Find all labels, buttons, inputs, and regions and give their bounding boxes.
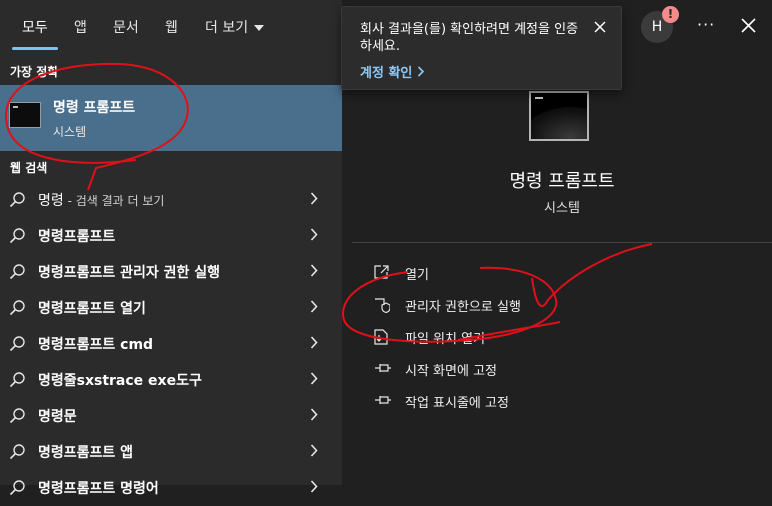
web-result-text: 명령프롬프트 명령어 <box>38 481 159 497</box>
web-result-item[interactable]: 명령 - 검색 결과 더 보기 <box>0 182 342 218</box>
chevron-right-icon[interactable] <box>310 192 318 205</box>
alert-badge-icon: ! <box>662 6 679 23</box>
verify-account-link-label: 계정 확인 <box>360 66 413 81</box>
search-icon <box>9 228 25 244</box>
open-icon <box>374 265 389 279</box>
best-match-item[interactable]: 명령 프롬프트 시스템 <box>0 85 342 151</box>
web-result-text: 명령프롬프트 관리자 권한 실행 <box>38 265 221 281</box>
search-icon <box>9 192 25 208</box>
terminal-preview-icon <box>529 91 589 141</box>
active-tab-indicator <box>12 47 58 50</box>
tab-web[interactable]: 웹 <box>165 17 178 37</box>
web-result-label: 명령프롬프트 <box>38 226 115 246</box>
action-pin-to-taskbar-label: 작업 표시줄에 고정 <box>405 396 509 411</box>
action-open-file-location[interactable]: 파일 위치 열기 <box>374 326 674 350</box>
search-results-panel: 모두 앱 문서 웹 더 보기 가장 정확 명령 프롬프트 시스템 웹 검색 명령… <box>0 0 342 497</box>
web-result-item[interactable]: 명령프롬프트 cmd <box>0 326 342 362</box>
chevron-right-icon[interactable] <box>310 264 318 277</box>
filter-tabs: 모두 앱 문서 웹 더 보기 <box>0 0 342 55</box>
search-icon <box>9 372 25 388</box>
web-result-item[interactable]: 명령줄sxstrace exe도구 <box>0 362 342 398</box>
verify-account-link[interactable]: 계정 확인 <box>360 62 425 81</box>
tab-documents[interactable]: 문서 <box>113 17 139 37</box>
terminal-icon <box>9 102 41 128</box>
web-result-item[interactable]: 명령프롬프트 <box>0 218 342 254</box>
more-options-button[interactable]: ··· <box>697 15 715 34</box>
close-icon[interactable] <box>741 18 756 33</box>
web-result-label: 명령프롬프트 관리자 권한 실행 <box>38 262 220 282</box>
chevron-right-icon[interactable] <box>310 480 318 493</box>
search-icon <box>9 408 25 424</box>
web-result-text: 명령프롬프트 앱 <box>38 445 134 461</box>
chevron-right-icon <box>417 66 425 77</box>
pin-icon <box>375 364 391 372</box>
web-result-item[interactable]: 명령프롬프트 관리자 권한 실행 <box>0 254 342 290</box>
tab-more-label: 더 보기 <box>205 20 249 36</box>
action-pin-to-start[interactable]: 시작 화면에 고정 <box>374 358 674 382</box>
preview-title: 명령 프롬프트 <box>509 171 615 192</box>
web-result-label: 명령줄sxstrace exe도구 <box>38 370 202 390</box>
search-icon <box>9 336 25 352</box>
tab-all[interactable]: 모두 <box>22 17 48 37</box>
search-icon <box>9 264 25 280</box>
web-result-label: 명령프롬프트 열기 <box>38 298 146 318</box>
preview-divider <box>352 242 772 243</box>
tab-apps[interactable]: 앱 <box>74 17 87 37</box>
preview-subtitle: 시스템 <box>544 201 580 216</box>
chevron-right-icon[interactable] <box>310 228 318 241</box>
tab-more[interactable]: 더 보기 <box>205 17 265 37</box>
web-result-text: 명령프롬프트 열기 <box>38 301 146 317</box>
web-result-text: 명령줄sxstrace exe도구 <box>38 373 202 389</box>
chevron-right-icon[interactable] <box>310 300 318 313</box>
chevron-right-icon[interactable] <box>310 336 318 349</box>
web-result-label: 명령프롬프트 명령어 <box>38 478 159 498</box>
search-icon <box>9 444 25 460</box>
web-result-item[interactable]: 명령프롬프트 열기 <box>0 290 342 326</box>
web-result-label: 명령프롬프트 앱 <box>38 442 133 462</box>
web-result-item[interactable]: 명령문 <box>0 398 342 434</box>
action-open-file-location-label: 파일 위치 열기 <box>405 332 486 347</box>
file-location-icon <box>374 329 388 345</box>
action-open-label: 열기 <box>405 268 429 283</box>
action-pin-to-taskbar[interactable]: 작업 표시줄에 고정 <box>374 390 674 414</box>
web-result-label: 명령프롬프트 cmd <box>38 334 153 354</box>
best-match-title: 명령 프롬프트 <box>53 100 136 116</box>
action-run-as-admin[interactable]: 관리자 권한으로 실행 <box>374 294 674 318</box>
web-result-label: 명령문 <box>38 406 77 426</box>
search-icon <box>9 300 25 316</box>
web-result-label: 명령 - 검색 결과 더 보기 <box>38 190 164 210</box>
action-pin-to-start-label: 시작 화면에 고정 <box>405 364 497 379</box>
web-result-suffix: - 검색 결과 더 보기 <box>63 194 165 208</box>
action-open[interactable]: 열기 <box>374 262 674 286</box>
web-result-text: 명령 <box>38 193 64 209</box>
pin-icon <box>375 396 391 404</box>
web-result-text: 명령프롬프트 cmd <box>38 337 154 353</box>
chevron-right-icon[interactable] <box>310 408 318 421</box>
shield-icon <box>375 298 390 313</box>
toast-close-icon[interactable] <box>594 21 606 33</box>
verify-account-toast: 회사 결과을(를) 확인하려면 계정을 인증하세요. 계정 확인 <box>341 6 622 90</box>
chevron-right-icon[interactable] <box>310 372 318 385</box>
web-result-text: 명령문 <box>38 409 77 425</box>
search-icon <box>9 480 25 496</box>
action-run-as-admin-label: 관리자 권한으로 실행 <box>405 300 521 315</box>
chevron-down-icon <box>254 25 265 31</box>
web-result-item[interactable]: 명령프롬프트 앱 <box>0 434 342 470</box>
web-result-text: 명령프롬프트 <box>38 229 116 245</box>
toast-message: 회사 결과을(를) 확인하려면 계정을 인증하세요. <box>360 22 579 54</box>
best-match-subtitle: 시스템 <box>53 125 87 139</box>
chevron-right-icon[interactable] <box>310 444 318 457</box>
web-search-heading: 웹 검색 <box>10 161 48 175</box>
web-result-item[interactable]: 명령프롬프트 명령어 <box>0 470 342 506</box>
best-match-heading: 가장 정확 <box>10 65 59 79</box>
